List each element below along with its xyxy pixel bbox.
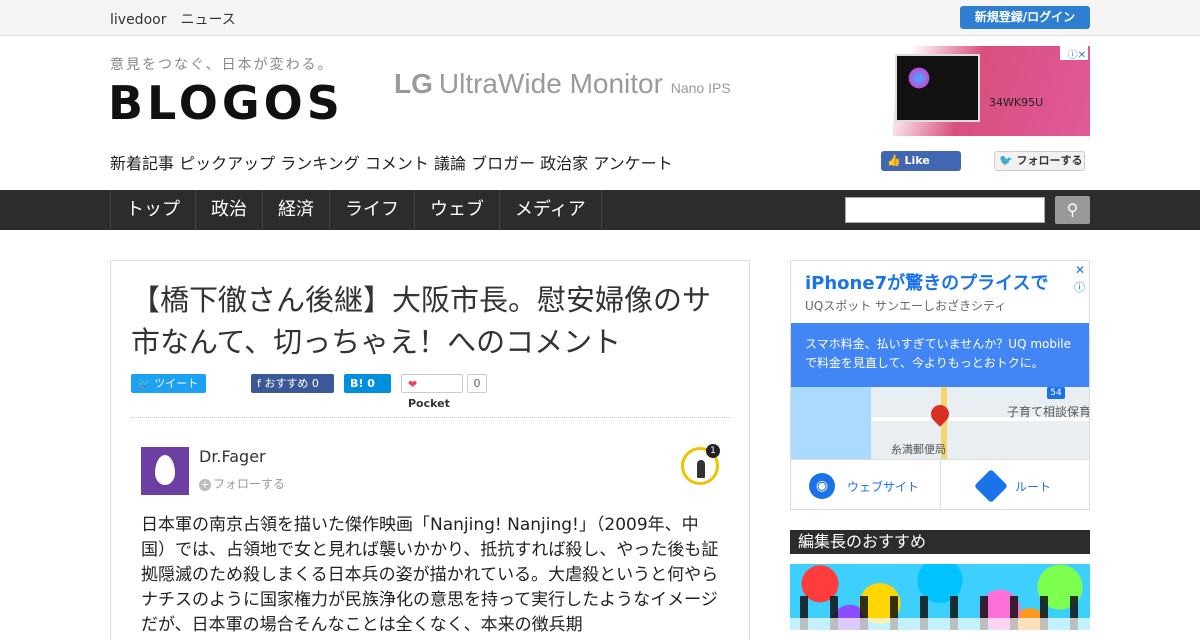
map-pin-icon: [927, 401, 953, 427]
twitter-bird-icon: 🐦: [137, 377, 151, 390]
facebook-like-button[interactable]: 👍 Like 132K: [881, 151, 961, 187]
ad-actions: ◉ ウェブサイト ルート: [791, 459, 1089, 509]
ad-route-label: ルート: [1015, 480, 1052, 494]
map-label-post-office: 糸満郵便局: [891, 443, 946, 456]
search-input[interactable]: [845, 197, 1045, 223]
ad-subline: UQスポット サンエーしおざきシティ: [805, 299, 1007, 313]
author-name[interactable]: Dr.Fager: [199, 447, 266, 466]
site-header: 意見をつなぐ、日本が変わる。 BLOGOS LG UltraWide Monito…: [0, 36, 1200, 190]
nav-web[interactable]: ウェブ: [415, 190, 500, 230]
nav-top[interactable]: トップ: [111, 190, 196, 230]
ad-headline: iPhone7が驚きのプライスで: [805, 273, 1049, 294]
avatar[interactable]: [141, 447, 189, 495]
directions-icon: [974, 469, 1008, 503]
livedoor-news-link[interactable]: livedoor ニュース: [110, 9, 236, 29]
follow-label: フォローする: [213, 477, 286, 491]
editor-picks-heading: 編集長のおすすめ: [790, 530, 1090, 554]
blogos-logo[interactable]: BLOGOS: [108, 76, 344, 130]
gnav-bloggers[interactable]: ブロガー: [471, 154, 535, 173]
article-title: 【橋下徹さん後継】大阪市長。慰安婦像のサ市なんて、切っちゃえ！へのコメント: [131, 283, 712, 359]
editor-pick-image[interactable]: [790, 564, 1090, 630]
nav-media[interactable]: メディア: [500, 190, 602, 230]
comment-body: 日本軍の南京占領を描いた傑作映画「Nanjing! Nanjing!」（2009…: [141, 515, 719, 635]
site-tagline: 意見をつなぐ、日本が変わる。: [110, 57, 334, 73]
share-bar: 🐦 ツイート f おすすめ 0 B! 0 ❤ Pocket 0: [131, 374, 731, 410]
fb-recommend-label: おすすめ: [264, 377, 309, 390]
monitor-ad-image: [895, 54, 980, 122]
gnav-pickup[interactable]: ピックアップ: [179, 154, 275, 173]
nav-politics[interactable]: 政治: [196, 190, 263, 230]
hatena-bookmark-button[interactable]: B! 0: [344, 374, 391, 393]
ad-description: スマホ料金、払いすぎていませんか？UQ mobileで料金を見直して、今よりもっ…: [791, 323, 1089, 387]
gnav-ranking[interactable]: ランキング: [280, 154, 360, 173]
badge-count: 1: [706, 444, 720, 458]
pocket-button[interactable]: ❤ Pocket: [401, 374, 463, 410]
monitor-display-ad[interactable]: 34WK95U ⓘ✕: [893, 46, 1090, 136]
thumbs-up-icon: 👍: [887, 154, 901, 167]
top-bar: livedoor ニュース 新規登録/ログイン: [0, 0, 1200, 36]
nav-life[interactable]: ライフ: [330, 190, 415, 230]
divider: [131, 417, 731, 418]
pocket-icon: ❤: [408, 378, 418, 391]
lg-ad-brand: LG: [394, 68, 433, 99]
facebook-icon: f: [257, 377, 261, 390]
plus-icon: +: [199, 478, 211, 491]
tweet-button[interactable]: 🐦 ツイート: [131, 374, 206, 393]
follow-author-button[interactable]: + フォローする: [199, 475, 285, 492]
fb-like-count: 132K: [890, 174, 919, 187]
gnav-politicians[interactable]: 政治家: [540, 154, 588, 173]
category-nav: トップ 政治 経済 ライフ ウェブ メディア ⚲: [0, 190, 1200, 230]
ad-website-label: ウェブサイト: [847, 480, 920, 494]
close-icon[interactable]: ✕: [1075, 263, 1085, 277]
adchoices-icon[interactable]: ⓘ✕: [1060, 46, 1088, 61]
pocket-count: 0: [467, 374, 487, 393]
tweet-label: ツイート: [154, 377, 199, 390]
uq-mobile-ad[interactable]: iPhone7が驚きのプライスで UQスポット サンエーしおざきシティ ✕ ⓘ …: [790, 260, 1090, 510]
article-panel: 【橋下徹さん後継】大阪市長。慰安婦像のサ市なんて、切っちゃえ！へのコメント 🐦 …: [110, 260, 750, 640]
twitter-bird-icon: 🐦: [999, 154, 1013, 167]
fb-recommend-count: 0: [311, 377, 319, 390]
info-icon[interactable]: ⓘ: [1074, 279, 1085, 295]
comment-author: Dr.Fager + フォローする 1: [141, 444, 721, 497]
twitter-follow-button[interactable]: 🐦 フォローする: [994, 151, 1085, 171]
map-water: [791, 387, 871, 459]
lg-monitor-banner-ad[interactable]: LG UltraWide Monitor Nano IPS: [394, 68, 731, 100]
user-badge: 1: [681, 444, 720, 485]
ad-route-button[interactable]: ルート: [941, 460, 1089, 509]
gnav-new-articles[interactable]: 新着記事: [110, 154, 174, 173]
nav-economy[interactable]: 経済: [263, 190, 330, 230]
map-label-childcare: 子育て相談保育: [1007, 405, 1090, 419]
gnav-discussion[interactable]: 議論: [434, 154, 466, 173]
ad-website-button[interactable]: ◉ ウェブサイト: [791, 460, 941, 509]
search-icon: ⚲: [1066, 200, 1079, 219]
pocket-label: Pocket: [408, 397, 450, 410]
global-nav: 新着記事 ピックアップ ランキング コメント 議論 ブロガー 政治家 アンケート: [110, 150, 673, 174]
route-shield: 54: [1047, 387, 1065, 399]
tw-follow-label: フォローする: [1016, 154, 1083, 167]
hatena-icon: B!: [350, 377, 364, 390]
editor-pick-band: [790, 618, 1090, 630]
lg-ad-product: UltraWide Monitor: [438, 68, 663, 99]
gnav-comments[interactable]: コメント: [365, 154, 429, 173]
search-button[interactable]: ⚲: [1055, 196, 1090, 224]
monitor-ad-model: 34WK95U: [989, 96, 1044, 109]
globe-icon: ◉: [809, 473, 835, 499]
hatena-count: 0: [367, 377, 375, 390]
person-icon: [697, 460, 705, 478]
gnav-survey[interactable]: アンケート: [593, 154, 672, 173]
facebook-recommend-button[interactable]: f おすすめ 0: [251, 374, 334, 393]
register-login-button[interactable]: 新規登録/ログイン: [960, 6, 1090, 29]
ad-map[interactable]: 54 子育て相談保育 糸満郵便局: [791, 387, 1090, 459]
fb-like-label: Like: [904, 154, 930, 167]
lg-ad-suffix: Nano IPS: [670, 80, 731, 96]
